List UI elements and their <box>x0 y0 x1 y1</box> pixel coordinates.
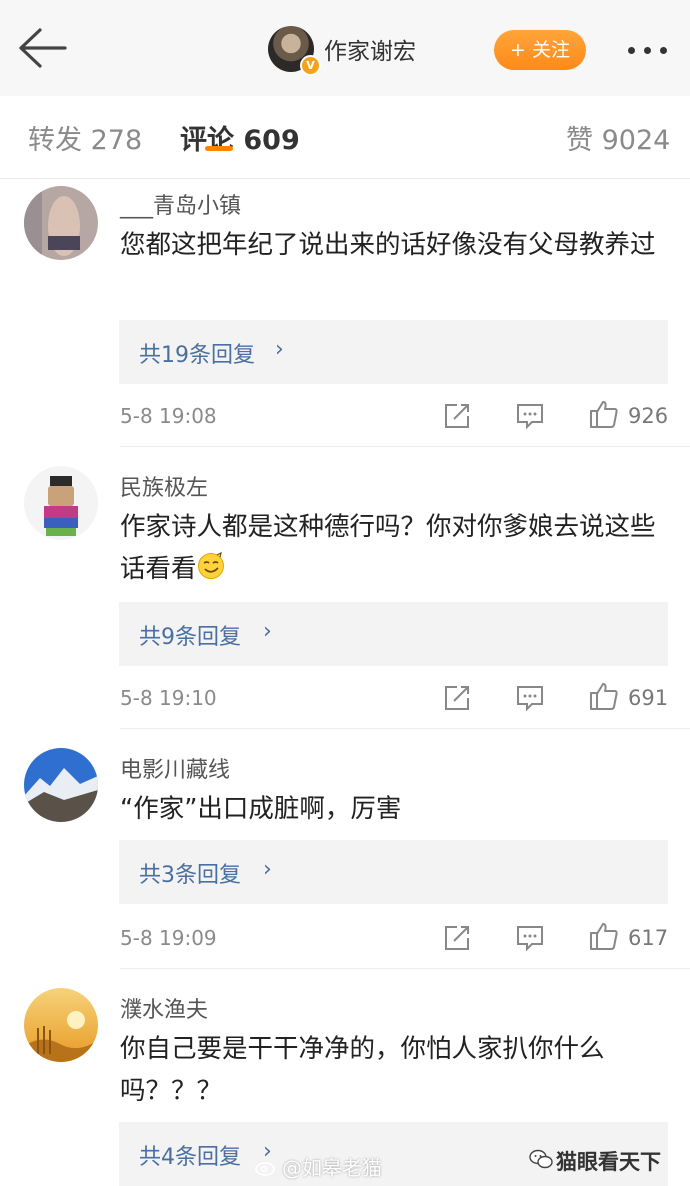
tab-likes[interactable]: 赞 9024 <box>566 118 670 157</box>
like-count: 926 <box>628 404 669 428</box>
like-icon[interactable] <box>588 681 618 711</box>
comment-text: 您都这把年纪了说出来的话好像没有父母教养过 <box>120 230 656 260</box>
comment-icon[interactable] <box>516 684 544 712</box>
comment-text: 你自己要是干干净净的，你怕人家扒你什么吗？？？ <box>120 1034 605 1106</box>
chevron-right-icon: › <box>275 337 284 362</box>
comment-username[interactable]: 民族极左 <box>120 470 208 502</box>
smirk-emoji-icon <box>197 552 224 579</box>
repost-icon[interactable] <box>443 684 471 712</box>
avatar[interactable] <box>24 186 98 260</box>
replies-label: 共19条回复 <box>139 343 255 368</box>
divider <box>120 728 690 729</box>
comment-text-block: 作家诗人都是这种德行吗？你对你爹娘去说这些话看看 <box>120 506 672 590</box>
comment-time: 5-8 19:10 <box>120 686 217 710</box>
like-count: 691 <box>628 686 669 710</box>
wechat-logo-icon <box>529 1149 553 1169</box>
comment-time: 5-8 19:08 <box>120 404 217 428</box>
weibo-logo-icon <box>255 1162 275 1176</box>
comment-icon[interactable] <box>516 402 544 430</box>
replies-label: 共9条回复 <box>139 625 241 650</box>
comment-icon[interactable] <box>516 924 544 952</box>
like-icon[interactable] <box>588 399 618 429</box>
active-tab-indicator <box>205 146 233 151</box>
avatar[interactable] <box>24 988 98 1062</box>
back-arrow-icon[interactable] <box>16 26 68 70</box>
author-name[interactable]: 作家谢宏 <box>324 32 416 66</box>
verified-badge-icon: V <box>300 55 321 76</box>
tab-comments[interactable]: 评论 609 <box>180 118 300 157</box>
like-count: 617 <box>628 926 669 950</box>
follow-button[interactable]: + 关注 <box>494 30 586 70</box>
watermark-weibo: @如皋老猫 <box>282 1156 382 1180</box>
top-bar: V 作家谢宏 + 关注 <box>0 0 690 97</box>
comment-time: 5-8 19:09 <box>120 926 217 950</box>
comment-username[interactable]: ___青岛小镇 <box>120 188 241 220</box>
watermark-wechat: 猫眼看天下 <box>556 1150 661 1174</box>
replies-label: 共3条回复 <box>139 863 241 888</box>
divider <box>120 446 690 447</box>
more-dots-icon[interactable] <box>624 38 672 62</box>
avatar[interactable] <box>24 748 98 822</box>
chevron-right-icon: › <box>263 857 272 882</box>
tab-reposts[interactable]: 转发 278 <box>28 118 142 157</box>
comment-username[interactable]: 濮水渔夫 <box>120 992 208 1024</box>
like-icon[interactable] <box>588 921 618 951</box>
view-replies-button[interactable]: 共19条回复 › <box>119 320 668 384</box>
view-replies-button[interactable]: 共9条回复 › <box>119 602 668 666</box>
divider <box>120 968 690 969</box>
comment-username[interactable]: 电影川藏线 <box>120 752 230 784</box>
comment-text: “作家”出口成脏啊，厉害 <box>120 794 402 824</box>
avatar[interactable] <box>24 466 98 540</box>
tab-bar: 转发 278 评论 609 赞 9024 <box>0 96 690 179</box>
chevron-right-icon: › <box>263 619 272 644</box>
repost-icon[interactable] <box>443 402 471 430</box>
view-replies-button[interactable]: 共3条回复 › <box>119 840 668 904</box>
repost-icon[interactable] <box>443 924 471 952</box>
replies-label: 共4条回复 <box>139 1145 241 1170</box>
